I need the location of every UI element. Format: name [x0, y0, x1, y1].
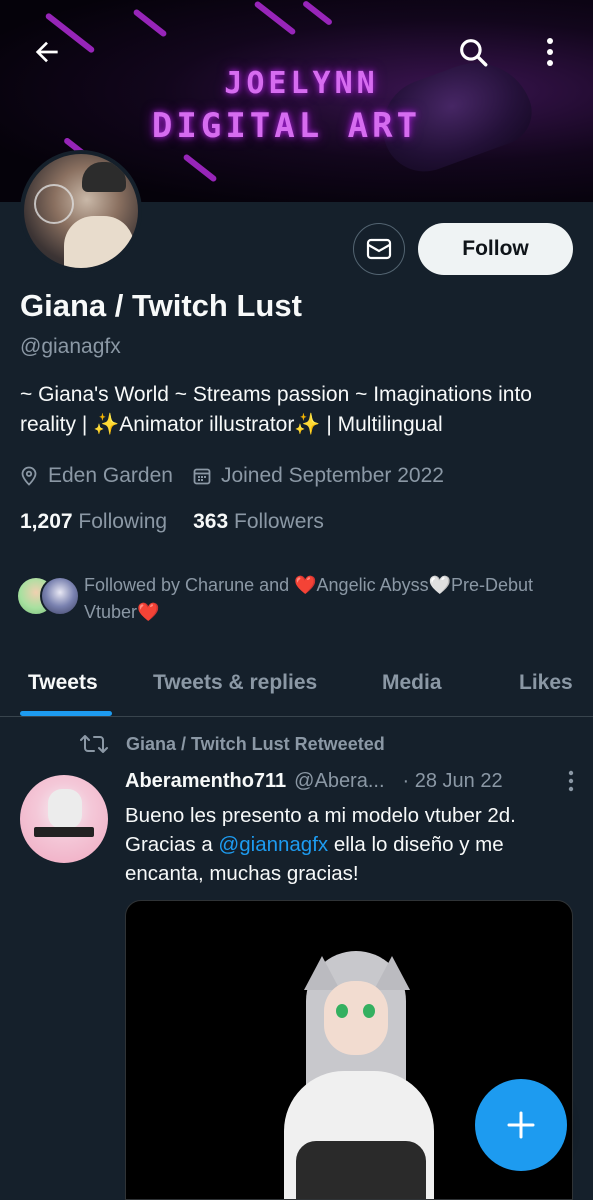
followers-count: 363	[193, 510, 229, 533]
location-text: Eden Garden	[48, 464, 173, 487]
avatar	[40, 576, 80, 616]
message-button[interactable]	[353, 223, 405, 275]
character-face	[324, 981, 388, 1055]
envelope-icon	[366, 238, 392, 260]
profile-avatar[interactable]	[20, 150, 142, 272]
tab-tweets[interactable]: Tweets	[28, 650, 98, 716]
joined-item: Joined September 2022	[193, 464, 444, 488]
following-label: Following	[78, 510, 168, 533]
search-button[interactable]	[451, 30, 495, 74]
avatar-banner-strip	[34, 827, 94, 837]
profile-bio: ~ Giana's World ~ Streams passion ~ Imag…	[20, 383, 532, 436]
more-vertical-icon	[568, 770, 574, 792]
followers-label: Followers	[234, 510, 324, 533]
tab-likes[interactable]: Likes	[519, 650, 573, 716]
profile-tabs: Tweets Tweets & replies Media Likes	[0, 650, 593, 717]
character-ear	[304, 956, 340, 990]
follow-button[interactable]: Follow	[418, 223, 573, 275]
joined-text: Joined September 2022	[220, 464, 444, 487]
followed-by-section[interactable]: Followed by Charune and ❤️Angelic Abyss🤍…	[16, 572, 586, 626]
followers-link[interactable]: 363 Followers	[193, 510, 324, 534]
tweet-date[interactable]: · 28 Jun 22	[403, 770, 503, 793]
banner-streak	[301, 0, 334, 27]
arrow-left-icon	[35, 41, 58, 63]
plus-icon	[507, 1111, 535, 1139]
more-options-button[interactable]	[528, 30, 572, 74]
character-eye	[336, 1004, 348, 1018]
avatar-signature	[34, 184, 74, 224]
tab-tweets-replies[interactable]: Tweets & replies	[153, 650, 317, 716]
character-eye	[363, 1004, 375, 1018]
tweet-mention-link[interactable]: @giannagfx	[218, 833, 328, 856]
tweet-more-button[interactable]	[567, 770, 575, 798]
banner-streak	[132, 8, 168, 38]
tweet-author-avatar[interactable]	[20, 775, 108, 863]
character-ear	[374, 956, 410, 990]
retweet-icon	[80, 735, 108, 753]
tweet-author-handle[interactable]: @Abera...	[294, 770, 384, 793]
location-pin-icon	[21, 466, 37, 486]
more-vertical-icon	[547, 38, 553, 66]
tweet-header: Aberamentho711 @Abera... · 28 Jun 22	[125, 770, 575, 793]
retweet-context[interactable]: Giana / Twitch Lust Retweeted	[80, 733, 385, 755]
tab-media[interactable]: Media	[382, 650, 442, 716]
retweet-label: Giana / Twitch Lust Retweeted	[126, 733, 385, 754]
calendar-icon	[193, 468, 211, 485]
profile-handle: @gianagfx	[20, 335, 121, 358]
compose-tweet-button[interactable]	[475, 1079, 567, 1171]
followed-by-avatars	[16, 572, 80, 616]
avatar-character	[48, 789, 82, 829]
back-button[interactable]	[25, 30, 69, 74]
character-skirt	[296, 1141, 426, 1199]
profile-stats: 1,207 Following 363 Followers	[20, 510, 350, 534]
banner-streak	[182, 153, 218, 183]
profile-meta: Eden Garden Joined September 2022	[20, 461, 464, 491]
avatar-figure	[64, 216, 134, 268]
active-tab-indicator	[20, 711, 112, 716]
following-link[interactable]: 1,207 Following	[20, 510, 167, 534]
profile-name: Giana / Twitch Lust	[20, 288, 302, 323]
followed-by-text: Followed by Charune and ❤️Angelic Abyss🤍…	[84, 575, 534, 622]
tweet-text: Bueno les presento a mi modelo vtuber 2d…	[125, 801, 580, 888]
location-item: Eden Garden	[20, 464, 173, 488]
following-count: 1,207	[20, 510, 73, 533]
banner-streak	[253, 0, 297, 36]
banner-title-line1: JOELYNN	[224, 66, 379, 101]
avatar-hat	[82, 162, 126, 192]
search-icon	[460, 39, 488, 67]
banner-title-line2: DIGITAL ART	[151, 106, 422, 146]
tweet-author-name[interactable]: Aberamentho711	[125, 770, 286, 793]
